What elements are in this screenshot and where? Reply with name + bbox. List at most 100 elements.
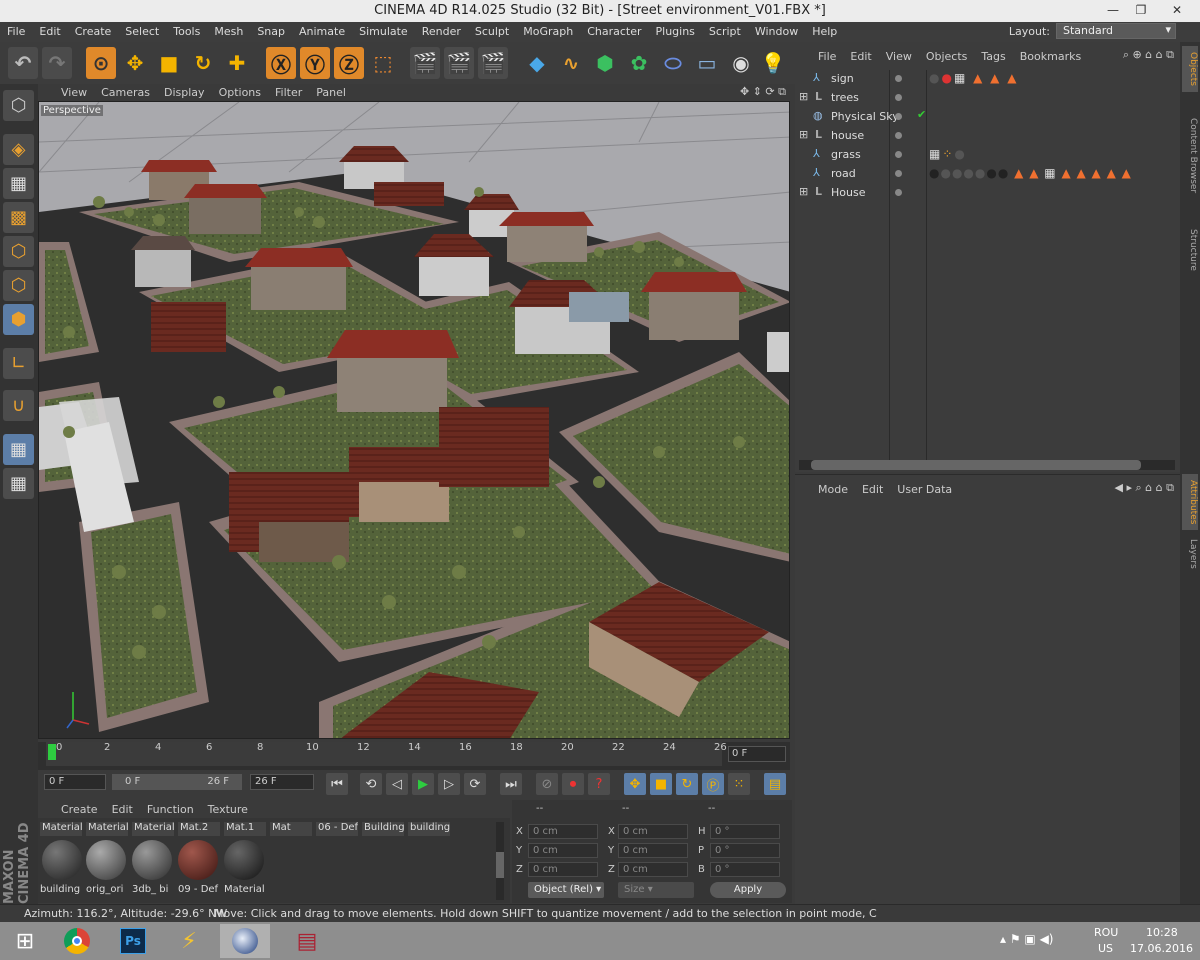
visibility-dot[interactable]: [895, 151, 902, 158]
coord-mode-select[interactable]: Object (Rel) ▾: [528, 882, 604, 898]
material-preview[interactable]: [132, 840, 172, 880]
menu-mograph[interactable]: MoGraph: [516, 22, 580, 42]
material-name[interactable]: Mat: [270, 822, 312, 836]
z-axis-icon[interactable]: Ⓩ: [334, 47, 364, 79]
array-icon[interactable]: ✿: [624, 47, 654, 79]
photoshop-icon[interactable]: Ps: [108, 924, 158, 958]
viewport-menu-display[interactable]: Display: [157, 86, 212, 99]
visibility-dot[interactable]: [895, 94, 902, 101]
material-preview[interactable]: [178, 840, 218, 880]
object-row-sign[interactable]: ⅄ sign ●●▦ ▲ ▲ ▲: [799, 70, 1179, 88]
menu-create[interactable]: Create: [68, 22, 119, 42]
tab-objects[interactable]: Objects: [1182, 46, 1198, 92]
previous-frame-icon[interactable]: ◁: [386, 773, 408, 795]
visibility-dot[interactable]: [895, 189, 902, 196]
material-name[interactable]: Material: [86, 822, 128, 836]
material-name[interactable]: Material: [132, 822, 174, 836]
material-name[interactable]: Building: [362, 822, 404, 836]
menu-mesh[interactable]: Mesh: [207, 22, 250, 42]
workplane-icon[interactable]: ▩: [3, 202, 34, 233]
range-slider[interactable]: 0 F 26 F: [112, 774, 242, 790]
nurbs-icon[interactable]: ⬢: [590, 47, 620, 79]
visibility-dot[interactable]: [895, 113, 902, 120]
size-y-field[interactable]: 0 cm: [618, 843, 688, 858]
object-menu-objects[interactable]: Objects: [919, 50, 975, 63]
key-scale-icon[interactable]: ■: [650, 773, 672, 795]
tab-content-browser[interactable]: Content Browser: [1182, 96, 1198, 216]
key-pla-icon[interactable]: ⁙: [728, 773, 750, 795]
material-scrollbar-thumb[interactable]: [496, 852, 504, 878]
timeline-window-icon[interactable]: ▤: [764, 773, 786, 795]
max-frame-field[interactable]: 26 F: [250, 774, 314, 790]
material-preview[interactable]: [42, 840, 82, 880]
restore-button[interactable]: ❐: [1124, 0, 1158, 22]
timeline-ruler[interactable]: 0 2 4 6 8 10 12 14 16 18 20 22 24 26: [46, 742, 727, 766]
menu-snap[interactable]: Snap: [250, 22, 292, 42]
object-menu-file[interactable]: File: [811, 50, 843, 63]
render-picture-viewer-icon[interactable]: 🎬: [444, 47, 474, 79]
points-mode-icon[interactable]: ⬡: [3, 236, 34, 267]
expand-icon[interactable]: ⊞: [799, 90, 808, 103]
go-to-start-icon[interactable]: ⏮: [326, 773, 348, 795]
size-z-field[interactable]: 0 cm: [618, 862, 688, 877]
material-name[interactable]: building: [408, 822, 450, 836]
clock-date[interactable]: 17.06.2016: [1130, 942, 1193, 955]
auto-key-icon[interactable]: ⏺: [562, 773, 584, 795]
frame-end-field[interactable]: 0 F: [728, 746, 786, 762]
coord-size-select[interactable]: Size ▾: [618, 882, 694, 898]
menu-file[interactable]: File: [0, 22, 32, 42]
move-icon[interactable]: ✥: [120, 47, 150, 79]
scale-icon[interactable]: ■: [154, 47, 184, 79]
3d-viewport[interactable]: Perspective: [38, 101, 790, 739]
menu-plugins[interactable]: Plugins: [649, 22, 702, 42]
deformer-icon[interactable]: ⬭: [658, 47, 688, 79]
position-y-field[interactable]: 0 cm: [528, 843, 598, 858]
floor-icon[interactable]: ▭: [692, 47, 722, 79]
menu-window[interactable]: Window: [748, 22, 805, 42]
workplane-lock-icon[interactable]: ▦: [3, 434, 34, 465]
viewport-nav-icons[interactable]: ✥ ⇕ ⟳ ⧉: [740, 85, 786, 99]
rotation-p-field[interactable]: 0 °: [710, 843, 780, 858]
object-panel-tools-icons[interactable]: ⌕ ⊕ ⌂ ⌂ ⧉: [1123, 48, 1174, 62]
menu-tools[interactable]: Tools: [166, 22, 207, 42]
object-row-physical-sky[interactable]: ◍ Physical Sky ✔: [799, 108, 1179, 126]
next-frame-icon[interactable]: ▷: [438, 773, 460, 795]
record-keys-icon[interactable]: ⊘: [536, 773, 558, 795]
attribute-menu-user-data[interactable]: User Data: [890, 483, 959, 496]
go-to-end-icon[interactable]: ⏭: [500, 773, 522, 795]
visibility-dot[interactable]: [895, 132, 902, 139]
material-menu-edit[interactable]: Edit: [105, 803, 140, 816]
polygons-mode-icon[interactable]: ⬢: [3, 304, 34, 335]
previous-key-icon[interactable]: ⟲: [360, 773, 382, 795]
viewport-menu-cameras[interactable]: Cameras: [94, 86, 157, 99]
material-name[interactable]: Mat.1: [224, 822, 266, 836]
object-hscrollbar[interactable]: [799, 460, 1175, 470]
coordinate-system-icon[interactable]: ⬚: [368, 47, 398, 79]
attribute-menu-edit[interactable]: Edit: [855, 483, 890, 496]
rotation-h-field[interactable]: 0 °: [710, 824, 780, 839]
make-editable-icon[interactable]: ⬡: [3, 90, 34, 121]
object-row-house-2[interactable]: ⊞ L House: [799, 184, 1179, 202]
material-scrollbar[interactable]: [496, 822, 504, 900]
object-menu-edit[interactable]: Edit: [843, 50, 878, 63]
light-icon[interactable]: 💡: [758, 47, 788, 79]
material-preview[interactable]: [224, 840, 264, 880]
attribute-menu-mode[interactable]: Mode: [811, 483, 855, 496]
apply-button[interactable]: Apply: [710, 882, 786, 898]
menu-select[interactable]: Select: [118, 22, 166, 42]
language-bottom[interactable]: US: [1098, 942, 1113, 955]
tag-icons[interactable]: ▦⁘●: [929, 147, 967, 161]
menu-animate[interactable]: Animate: [292, 22, 352, 42]
camera-icon[interactable]: ◉: [726, 47, 756, 79]
object-menu-view[interactable]: View: [879, 50, 919, 63]
menu-render[interactable]: Render: [415, 22, 468, 42]
position-x-field[interactable]: 0 cm: [528, 824, 598, 839]
object-row-trees[interactable]: ⊞ L trees: [799, 89, 1179, 107]
redo-icon[interactable]: ↷: [42, 47, 72, 79]
clock-time[interactable]: 10:28: [1146, 926, 1178, 939]
y-axis-icon[interactable]: Ⓨ: [300, 47, 330, 79]
material-name[interactable]: 06 - Def: [316, 822, 358, 836]
key-rotation-icon[interactable]: ↻: [676, 773, 698, 795]
rotate-icon[interactable]: ↻: [188, 47, 218, 79]
object-hscrollbar-thumb[interactable]: [811, 460, 1141, 470]
